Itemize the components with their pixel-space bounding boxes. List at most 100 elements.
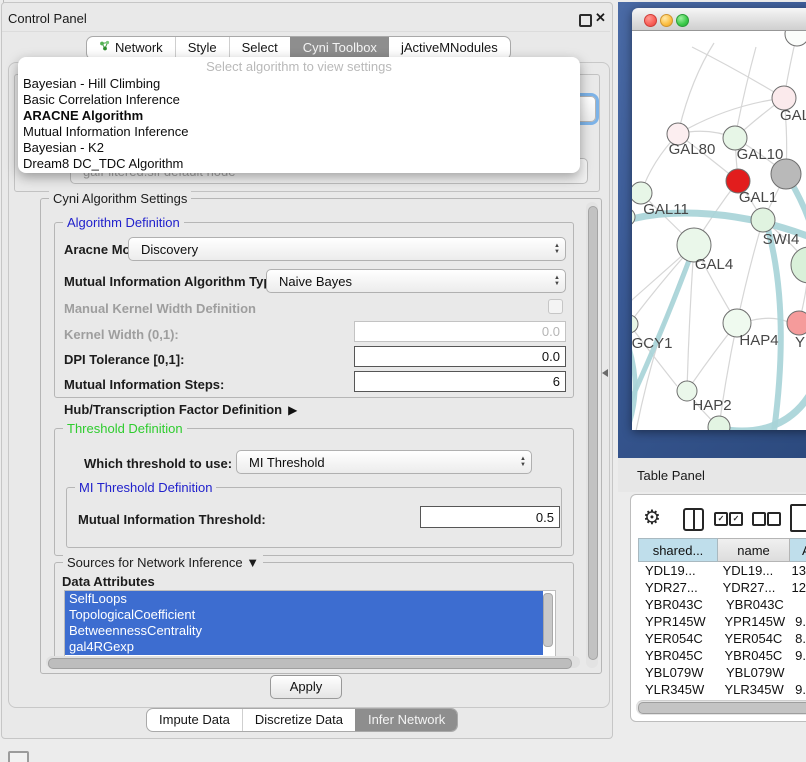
zoom-traffic-light-icon[interactable] bbox=[676, 14, 689, 27]
column-header-name[interactable]: name bbox=[718, 538, 790, 562]
bottom-tab-impute-data[interactable]: Impute Data bbox=[147, 709, 242, 731]
table-row[interactable]: YDL19...YDL19...13 bbox=[638, 562, 806, 579]
collapsed-arrow-icon: ▶ bbox=[288, 403, 297, 417]
mi-steps-field[interactable]: 6 bbox=[354, 371, 566, 392]
close-icon[interactable]: ✕ bbox=[595, 10, 606, 26]
kernel-width-field[interactable]: 0.0 bbox=[354, 321, 566, 342]
hub-definition-toggle[interactable]: Hub/Transcription Factor Definition▶ bbox=[64, 402, 297, 417]
algorithm-option-basic-correlation-inference[interactable]: Basic Correlation Inference bbox=[18, 92, 580, 108]
network-node-swi4[interactable] bbox=[751, 208, 775, 232]
tab-select[interactable]: Select bbox=[229, 37, 290, 59]
float-window-icon[interactable] bbox=[579, 14, 592, 27]
dpi-tolerance-field[interactable]: 0.0 bbox=[354, 346, 566, 367]
mi-threshold-label: Mutual Information Threshold: bbox=[78, 512, 266, 527]
node-label-gal4: GAL4 bbox=[695, 256, 733, 273]
table-row[interactable]: YPR145WYPR145W9. bbox=[638, 613, 806, 630]
network-node-gcy1[interactable] bbox=[632, 315, 638, 333]
mi-threshold-field[interactable]: 0.5 bbox=[420, 506, 560, 528]
table-row[interactable]: YBR043CYBR043C bbox=[638, 596, 806, 613]
table-cell: YER054C bbox=[721, 630, 794, 647]
new-table-icon[interactable] bbox=[790, 504, 806, 532]
algorithm-option-aracne-algorithm[interactable]: ARACNE Algorithm bbox=[18, 108, 580, 124]
aracne-mode-combobox[interactable]: Discovery ▲▼ bbox=[128, 237, 566, 261]
network-canvas[interactable]: GALGAL80GAL10GAL1GAL11SWI4GAL4YHAP4GCY1H… bbox=[632, 31, 806, 430]
splitter-collapse-arrow[interactable] bbox=[602, 369, 608, 377]
table-cell bbox=[796, 664, 798, 681]
expanded-arrow-icon: ▼ bbox=[246, 555, 259, 570]
table-cell: 8. bbox=[793, 630, 806, 647]
table-cell: YBR043C bbox=[638, 596, 722, 613]
table-cell: YER054C bbox=[638, 630, 721, 647]
tab-label: Infer Network bbox=[368, 709, 445, 731]
table-panel-title: Table Panel bbox=[637, 468, 705, 483]
network-node-gray-node[interactable] bbox=[771, 159, 801, 189]
checked-checkbox-icon[interactable]: ✓ bbox=[714, 512, 728, 526]
network-node-y-clipped[interactable] bbox=[787, 311, 806, 335]
network-node-left-edge-node[interactable] bbox=[632, 208, 635, 226]
algorithm-definition-title: Algorithm Definition bbox=[63, 215, 184, 230]
bottom-tab-discretize-data[interactable]: Discretize Data bbox=[242, 709, 355, 731]
column-header-shared[interactable]: shared... bbox=[638, 538, 718, 562]
table-row[interactable]: YBL079WYBL079W bbox=[638, 664, 806, 681]
tab-label: Cyni Toolbox bbox=[303, 37, 377, 59]
manual-kernel-checkbox[interactable] bbox=[548, 299, 563, 314]
unchecked-checkbox-icon[interactable] bbox=[767, 512, 781, 526]
network-node-bottom-node[interactable] bbox=[708, 416, 730, 430]
attribute-item-selfloops[interactable]: SelfLoops bbox=[65, 591, 543, 607]
tab-jactivemnodules[interactable]: jActiveMNodules bbox=[389, 37, 510, 59]
attribute-item-betweennesscentrality[interactable]: BetweennessCentrality bbox=[65, 623, 543, 639]
show-columns-icon[interactable] bbox=[683, 508, 704, 531]
table-cell: YBR045C bbox=[638, 647, 721, 664]
network-view-window: GALGAL80GAL10GAL1GAL11SWI4GAL4YHAP4GCY1H… bbox=[632, 8, 806, 430]
attribute-item-topologicalcoefficient[interactable]: TopologicalCoefficient bbox=[65, 607, 543, 623]
checked-checkbox-icon[interactable]: ✓ bbox=[729, 512, 743, 526]
table-cell: YBR043C bbox=[722, 596, 796, 613]
cyni-settings-group-title: Cyni Algorithm Settings bbox=[49, 191, 191, 206]
close-traffic-light-icon[interactable] bbox=[644, 14, 657, 27]
settings-vscrollbar-thumb[interactable] bbox=[588, 206, 598, 660]
tab-label: Impute Data bbox=[159, 709, 230, 731]
unchecked-checkbox-icon[interactable] bbox=[752, 512, 766, 526]
algorithm-option-dream8-dc-tdc-algorithm[interactable]: Dream8 DC_TDC Algorithm bbox=[18, 156, 580, 172]
list-vscrollbar-thumb[interactable] bbox=[543, 593, 553, 647]
settings-hscrollbar-thumb[interactable] bbox=[48, 658, 572, 669]
tab-label: Discretize Data bbox=[255, 709, 343, 731]
data-attributes-list[interactable]: SelfLoopsTopologicalCoefficientBetweenne… bbox=[64, 590, 556, 658]
tab-cyni-toolbox[interactable]: Cyni Toolbox bbox=[290, 37, 389, 59]
table-row[interactable]: YLR345WYLR345W9. bbox=[638, 681, 806, 698]
algorithm-popup-options: Bayesian - Hill ClimbingBasic Correlatio… bbox=[18, 76, 580, 172]
network-window-titlebar[interactable] bbox=[632, 8, 806, 31]
apply-button[interactable]: Apply bbox=[270, 675, 342, 699]
node-label-gal10: GAL10 bbox=[737, 146, 784, 163]
algorithm-popup-placeholder: Select algorithm to view settings bbox=[18, 57, 580, 76]
table-row[interactable]: YDR27...YDR27...12 bbox=[638, 579, 806, 596]
minimize-traffic-light-icon[interactable] bbox=[660, 14, 673, 27]
tab-network[interactable]: Network bbox=[87, 37, 175, 59]
settings-gear-icon[interactable]: ⚙ bbox=[643, 505, 661, 530]
sources-group-title[interactable]: Sources for Network Inference ▼ bbox=[63, 555, 263, 570]
algorithm-option-bayesian-hill-climbing[interactable]: Bayesian - Hill Climbing bbox=[18, 76, 580, 92]
control-panel-title: Control Panel bbox=[8, 11, 87, 26]
combo-arrows-icon: ▲▼ bbox=[549, 275, 565, 287]
node-label-gal1: GAL1 bbox=[739, 189, 777, 206]
table-row[interactable]: YBR045CYBR045C9. bbox=[638, 647, 806, 664]
node-label-hap2: HAP2 bbox=[692, 397, 731, 414]
network-edge bbox=[720, 391, 806, 430]
algorithm-option-mutual-information-inference[interactable]: Mutual Information Inference bbox=[18, 124, 580, 140]
network-node-top-arc[interactable] bbox=[785, 31, 806, 46]
table-cell: YPR145W bbox=[721, 613, 794, 630]
column-header-a[interactable]: A bbox=[790, 538, 806, 562]
tab-style[interactable]: Style bbox=[175, 37, 229, 59]
attribute-item-gal4rgexp[interactable]: gal4RGexp bbox=[65, 639, 543, 655]
mi-type-label: Mutual Information Algorithm Type: bbox=[64, 274, 283, 289]
table-hscrollbar-thumb[interactable] bbox=[638, 702, 806, 714]
table-row[interactable]: YER054CYER054C8. bbox=[638, 630, 806, 647]
control-panel-bottom-tabs: Impute Data Discretize Data Infer Network bbox=[146, 708, 458, 732]
algorithm-option-bayesian-k2[interactable]: Bayesian - K2 bbox=[18, 140, 580, 156]
node-label-swi4: SWI4 bbox=[763, 231, 800, 248]
minimized-panel-icon[interactable] bbox=[8, 751, 29, 762]
which-threshold-combobox[interactable]: MI Threshold ▲▼ bbox=[236, 450, 532, 474]
mi-type-combobox[interactable]: Naive Bayes ▲▼ bbox=[266, 269, 566, 293]
bottom-tab-infer-network[interactable]: Infer Network bbox=[355, 709, 457, 731]
network-node-big-right-node[interactable] bbox=[791, 247, 806, 283]
